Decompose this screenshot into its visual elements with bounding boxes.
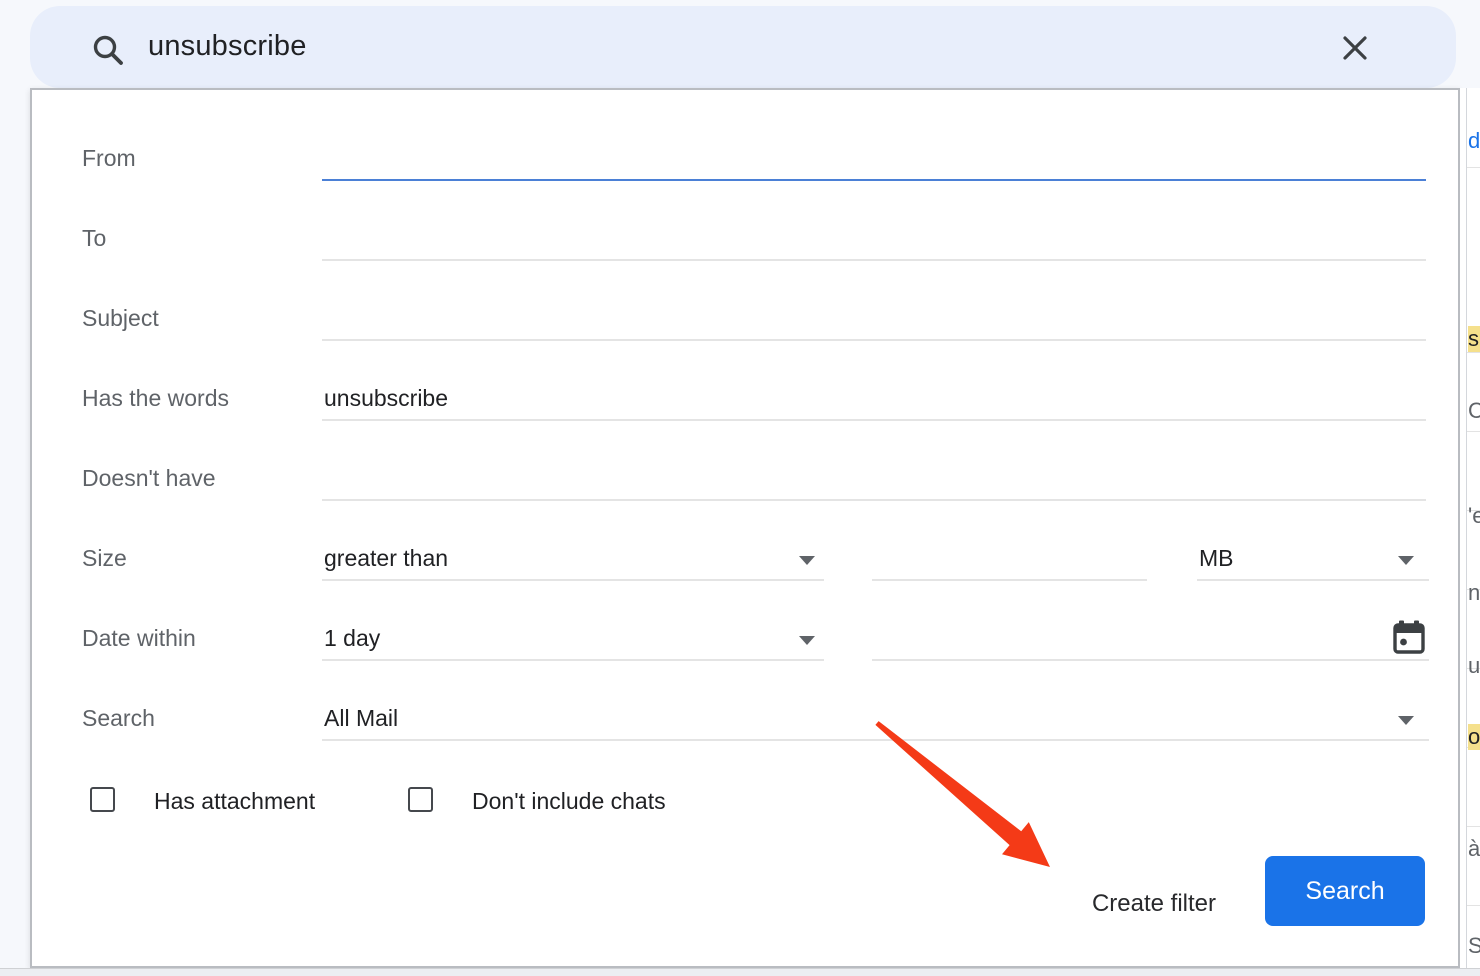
list-border — [1466, 88, 1467, 968]
has-words-underline — [322, 419, 1426, 421]
search-input[interactable]: unsubscribe — [148, 30, 307, 63]
form-row-date-within: Date within 1 day — [32, 625, 1458, 665]
email-text-fragment: à — [1468, 836, 1480, 862]
email-text-fragment: n — [1468, 580, 1480, 606]
doesnt-have-label: Doesn't have — [82, 465, 216, 492]
email-text-fragment: u — [1468, 653, 1480, 679]
list-row-divider — [1467, 905, 1480, 906]
size-amount-underline — [872, 579, 1147, 581]
email-text-fragment: C — [1468, 398, 1480, 424]
size-unit-underline — [1197, 579, 1429, 581]
date-within-caret-icon[interactable] — [799, 636, 815, 645]
form-row-subject: Subject — [32, 305, 1458, 345]
doesnt-have-underline — [322, 499, 1426, 501]
search-scope-label: Search — [82, 705, 155, 732]
form-row-from: From — [32, 145, 1458, 185]
form-row-has-words: Has the words unsubscribe — [32, 385, 1458, 425]
search-filter-panel: From To Subject Has the words unsubscrib… — [30, 88, 1460, 968]
email-text-fragment-highlight: o — [1468, 724, 1480, 750]
list-row-divider — [1467, 431, 1480, 432]
form-row-doesnt-have: Doesn't have — [32, 465, 1458, 505]
to-label: To — [82, 225, 106, 252]
page-background-bottom — [0, 968, 1480, 976]
has-words-label: Has the words — [82, 385, 229, 412]
search-icon — [90, 32, 126, 68]
search-scope-select[interactable]: All Mail — [324, 705, 398, 732]
email-text-fragment-highlight: s — [1468, 326, 1480, 352]
date-within-label: Date within — [82, 625, 196, 652]
create-filter-button[interactable]: Create filter — [1054, 878, 1254, 930]
list-row-divider — [1467, 352, 1480, 353]
list-row-divider — [1467, 826, 1480, 827]
subject-underline — [322, 339, 1426, 341]
search-button[interactable]: Search — [1265, 856, 1425, 926]
close-icon[interactable] — [1338, 31, 1372, 65]
dont-include-chats-label: Don't include chats — [472, 788, 666, 815]
calendar-icon[interactable] — [1392, 620, 1426, 656]
size-operator-caret-icon[interactable] — [799, 556, 815, 565]
dont-include-chats-checkbox[interactable] — [408, 787, 433, 812]
checkbox-row: Has attachment Don't include chats — [32, 786, 1458, 820]
size-label: Size — [82, 545, 127, 572]
subject-label: Subject — [82, 305, 159, 332]
search-bar[interactable]: unsubscribe — [30, 6, 1456, 88]
size-operator-select[interactable]: greater than — [324, 545, 448, 572]
search-scope-underline — [322, 739, 1429, 741]
from-underline-focused — [322, 179, 1426, 181]
from-label: From — [82, 145, 136, 172]
email-text-fragment: S — [1468, 933, 1480, 959]
size-operator-underline — [322, 579, 824, 581]
form-row-to: To — [32, 225, 1458, 265]
date-within-underline — [322, 659, 824, 661]
form-row-size: Size greater than MB — [32, 545, 1458, 585]
search-scope-caret-icon[interactable] — [1398, 716, 1414, 725]
size-unit-select[interactable]: MB — [1199, 545, 1234, 572]
size-unit-caret-icon[interactable] — [1398, 556, 1414, 565]
has-words-input[interactable]: unsubscribe — [324, 385, 448, 412]
date-within-select[interactable]: 1 day — [324, 625, 380, 652]
form-row-search-scope: Search All Mail — [32, 705, 1458, 745]
email-text-fragment: 'e — [1468, 503, 1480, 529]
email-text-fragment: d — [1468, 128, 1480, 154]
list-row-divider — [1467, 167, 1480, 168]
has-attachment-label: Has attachment — [154, 788, 315, 815]
date-underline — [872, 659, 1429, 661]
background-email-list-sliver: d s C 'e n u o à S — [1460, 88, 1480, 968]
to-underline — [322, 259, 1426, 261]
has-attachment-checkbox[interactable] — [90, 787, 115, 812]
